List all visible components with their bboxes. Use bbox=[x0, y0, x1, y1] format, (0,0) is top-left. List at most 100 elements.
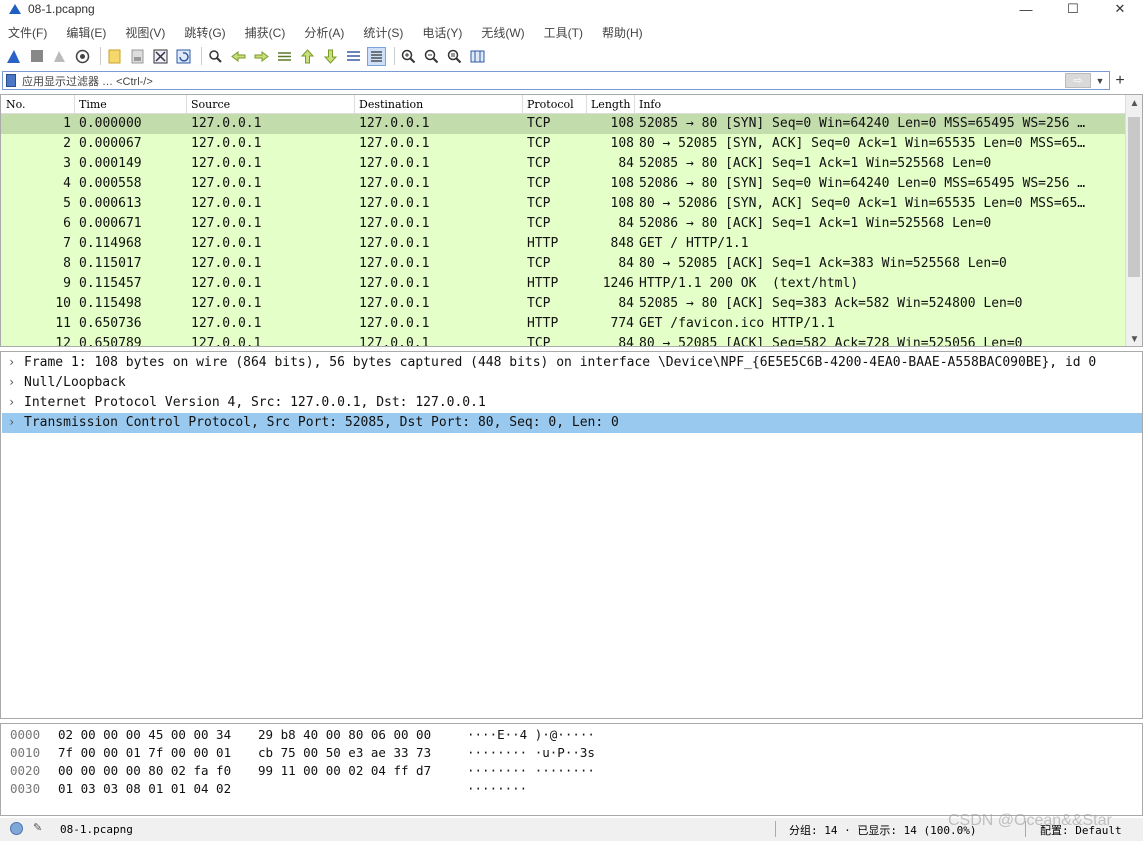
col-time[interactable]: Time bbox=[79, 98, 107, 111]
detail-text: Internet Protocol Version 4, Src: 127.0.… bbox=[24, 395, 486, 410]
zoom-normal-icon[interactable] bbox=[445, 47, 464, 66]
find-icon[interactable] bbox=[206, 47, 225, 66]
menu-go[interactable]: 跳转(G) bbox=[180, 24, 225, 41]
scroll-up-icon[interactable]: ▲ bbox=[1126, 95, 1142, 111]
save-icon[interactable] bbox=[128, 47, 147, 66]
hex-ascii: ········ bbox=[467, 781, 528, 796]
column-divider[interactable] bbox=[74, 95, 75, 114]
menu-view[interactable]: 视图(V) bbox=[121, 24, 165, 41]
zoom-in-icon[interactable] bbox=[399, 47, 418, 66]
menu-help[interactable]: 帮助(H) bbox=[598, 24, 643, 41]
first-icon[interactable] bbox=[298, 47, 317, 66]
expand-chevron-icon[interactable]: › bbox=[8, 415, 15, 429]
packet-list-scrollbar[interactable]: ▲ ▼ bbox=[1125, 95, 1142, 346]
menu-wireless[interactable]: 无线(W) bbox=[477, 24, 524, 41]
menu-statistics[interactable]: 统计(S) bbox=[359, 24, 403, 41]
add-filter-button[interactable]: + bbox=[1113, 71, 1127, 90]
expand-chevron-icon[interactable]: › bbox=[8, 395, 15, 409]
goto-icon[interactable] bbox=[275, 47, 294, 66]
forward-icon[interactable] bbox=[252, 47, 271, 66]
cell-info: 80 → 52085 [ACK] Seq=1 Ack=383 Win=52556… bbox=[639, 256, 1007, 271]
colorize-icon[interactable] bbox=[367, 46, 386, 66]
restart-icon[interactable] bbox=[50, 47, 69, 66]
cell-no: 2 bbox=[63, 136, 71, 151]
menu-tools[interactable]: 工具(T) bbox=[540, 24, 583, 41]
apply-filter-button[interactable]: ⇨ bbox=[1065, 73, 1091, 88]
detail-row-ipv4[interactable]: › Internet Protocol Version 4, Src: 127.… bbox=[2, 393, 1142, 413]
open-icon[interactable] bbox=[105, 47, 124, 66]
column-divider[interactable] bbox=[522, 95, 523, 114]
packet-row[interactable]: 3 0.000149 127.0.0.1 127.0.0.1 TCP 84 52085 → … bbox=[1, 154, 1125, 174]
packet-bytes: 0000 02 00 00 00 45 00 00 34 29 b8 40 00 8… bbox=[0, 723, 1143, 816]
hex-row[interactable]: 0000 02 00 00 00 45 00 00 34 29 b8 40 00 8… bbox=[1, 727, 1141, 745]
display-filter-input[interactable]: 应用显示过滤器 … <Ctrl-/> ⇨ ▼ bbox=[2, 71, 1110, 90]
col-protocol[interactable]: Protocol bbox=[527, 98, 574, 111]
filter-dropdown-icon[interactable]: ▼ bbox=[1094, 74, 1106, 87]
expert-info-icon[interactable] bbox=[10, 822, 23, 835]
minimize-button[interactable]: — bbox=[1003, 0, 1049, 18]
bookmark-icon[interactable] bbox=[6, 74, 16, 87]
expand-chevron-icon[interactable]: › bbox=[8, 355, 15, 369]
packet-row[interactable]: 12 0.650789 127.0.0.1 127.0.0.1 TCP 84 80 → 52… bbox=[1, 334, 1125, 347]
hex-row[interactable]: 0010 7f 00 00 01 7f 00 00 01 cb 75 00 50 e… bbox=[1, 745, 1141, 763]
col-info[interactable]: Info bbox=[639, 98, 661, 111]
options-icon[interactable] bbox=[73, 47, 92, 66]
maximize-button[interactable]: ☐ bbox=[1050, 0, 1096, 18]
packet-row[interactable]: 9 0.115457 127.0.0.1 127.0.0.1 HTTP 1246 HTTP/… bbox=[1, 274, 1125, 294]
menu-telephony[interactable]: 电话(Y) bbox=[418, 24, 462, 41]
packet-row[interactable]: 4 0.000558 127.0.0.1 127.0.0.1 TCP 108 52086 →… bbox=[1, 174, 1125, 194]
back-icon[interactable] bbox=[229, 47, 248, 66]
menu-edit[interactable]: 编辑(E) bbox=[62, 24, 106, 41]
packet-row[interactable]: 1 0.000000 127.0.0.1 127.0.0.1 TCP 108 52085 →… bbox=[1, 114, 1125, 134]
col-destination[interactable]: Destination bbox=[359, 98, 423, 111]
detail-row-frame[interactable]: › Frame 1: 108 bytes on wire (864 bits),… bbox=[2, 353, 1142, 373]
stop-icon[interactable] bbox=[27, 47, 46, 66]
autoscroll-icon[interactable] bbox=[344, 47, 363, 66]
shark-start-icon[interactable] bbox=[4, 47, 23, 66]
hex-offset: 0010 bbox=[10, 745, 41, 760]
resize-columns-icon[interactable] bbox=[468, 47, 487, 66]
close-button[interactable]: ✕ bbox=[1097, 0, 1143, 18]
cell-length: 1246 bbox=[602, 276, 634, 291]
column-divider[interactable] bbox=[354, 95, 355, 114]
menu-capture[interactable]: 捕获(C) bbox=[241, 24, 286, 41]
cell-time: 0.115457 bbox=[79, 276, 142, 291]
col-length[interactable]: Length bbox=[591, 98, 630, 111]
menu-analyze[interactable]: 分析(A) bbox=[300, 24, 344, 41]
cell-source: 127.0.0.1 bbox=[191, 316, 262, 331]
scrollbar-thumb[interactable] bbox=[1128, 117, 1140, 277]
packet-list: No. Time Source Destination Protocol Len… bbox=[0, 94, 1143, 347]
detail-row-tcp[interactable]: › Transmission Control Protocol, Src Por… bbox=[2, 413, 1142, 433]
hex-row[interactable]: 0020 00 00 00 00 80 02 fa f0 99 11 00 00 0… bbox=[1, 763, 1141, 781]
reload-icon[interactable] bbox=[174, 47, 193, 66]
column-divider[interactable] bbox=[634, 95, 635, 114]
toolbar-separator bbox=[201, 47, 202, 65]
detail-row-null-loopback[interactable]: › Null/Loopback bbox=[2, 373, 1142, 393]
menu-file[interactable]: 文件(F) bbox=[4, 24, 47, 41]
packet-row[interactable]: 7 0.114968 127.0.0.1 127.0.0.1 HTTP 848 GET / … bbox=[1, 234, 1125, 254]
hex-offset: 0030 bbox=[10, 781, 41, 796]
close-file-icon[interactable] bbox=[151, 47, 170, 66]
zoom-out-icon[interactable] bbox=[422, 47, 441, 66]
cell-no: 1 bbox=[63, 116, 71, 131]
scroll-down-icon[interactable]: ▼ bbox=[1126, 331, 1142, 346]
column-divider[interactable] bbox=[186, 95, 187, 114]
cell-info: 80 → 52085 [ACK] Seq=582 Ack=728 Win=525… bbox=[639, 336, 1023, 347]
hex-row[interactable]: 0030 01 03 03 08 01 01 04 02 ········ bbox=[1, 781, 1141, 799]
packet-row[interactable]: 10 0.115498 127.0.0.1 127.0.0.1 TCP 84 52085 →… bbox=[1, 294, 1125, 314]
cell-info: GET /favicon.ico HTTP/1.1 bbox=[639, 316, 835, 331]
expand-chevron-icon[interactable]: › bbox=[8, 375, 15, 389]
cell-no: 4 bbox=[63, 176, 71, 191]
cell-no: 3 bbox=[63, 156, 71, 171]
packet-row[interactable]: 2 0.000067 127.0.0.1 127.0.0.1 TCP 108 80 → 52… bbox=[1, 134, 1125, 154]
toolbar-separator bbox=[394, 47, 395, 65]
packet-row[interactable]: 5 0.000613 127.0.0.1 127.0.0.1 TCP 108 80 → 52… bbox=[1, 194, 1125, 214]
packet-row[interactable]: 8 0.115017 127.0.0.1 127.0.0.1 TCP 84 80 → 520… bbox=[1, 254, 1125, 274]
col-no[interactable]: No. bbox=[6, 98, 26, 111]
column-divider[interactable] bbox=[586, 95, 587, 114]
last-icon[interactable] bbox=[321, 47, 340, 66]
packet-row[interactable]: 6 0.000671 127.0.0.1 127.0.0.1 TCP 84 52086 → … bbox=[1, 214, 1125, 234]
col-source[interactable]: Source bbox=[191, 98, 230, 111]
packet-row[interactable]: 11 0.650736 127.0.0.1 127.0.0.1 HTTP 774 GET /… bbox=[1, 314, 1125, 334]
comment-edit-icon[interactable]: ✎ bbox=[33, 821, 46, 835]
